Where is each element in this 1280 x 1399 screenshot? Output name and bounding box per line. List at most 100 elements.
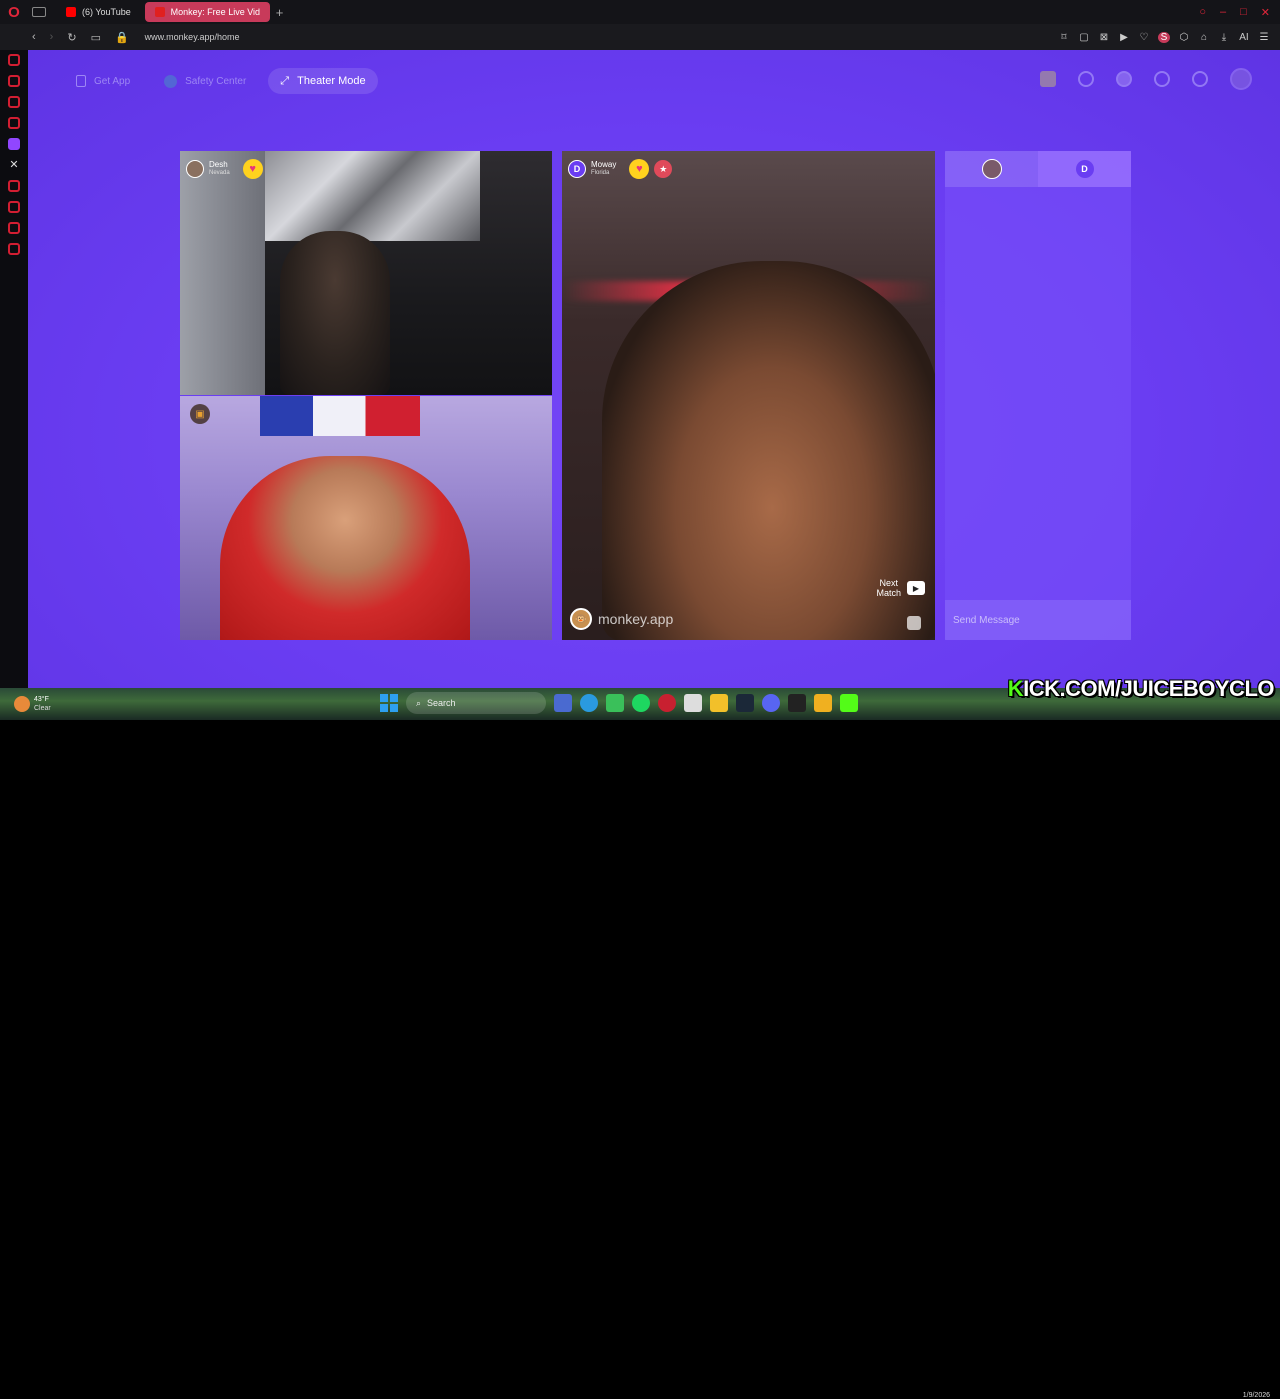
minimize-icon[interactable]: – bbox=[1220, 6, 1226, 19]
snapshot-icon[interactable]: ▭ bbox=[91, 31, 101, 44]
explorer-icon[interactable] bbox=[710, 694, 728, 712]
tab-label: Monkey: Free Live Vid bbox=[170, 7, 260, 17]
kick-text: ICK.COM/JUICEBOYCLO bbox=[1023, 676, 1274, 701]
video-tile-main: D Moway Florida ♥ ★ Next Match ▶ 🐵 monke… bbox=[562, 151, 935, 640]
profile-avatar[interactable] bbox=[1230, 68, 1252, 90]
user-name: Moway bbox=[591, 160, 617, 169]
video-tile-top-left: Desh Nevada ♥ bbox=[180, 151, 552, 395]
terminal-icon[interactable] bbox=[788, 694, 806, 712]
play-icon: ▶ bbox=[907, 581, 925, 595]
monkey-page: Get App Safety Center ⤢ Theater Mode Des… bbox=[28, 50, 1280, 688]
reload-icon[interactable]: ↻ bbox=[67, 31, 76, 44]
screenshot-icon[interactable]: ▢ bbox=[1078, 32, 1090, 43]
store-icon[interactable] bbox=[684, 694, 702, 712]
video-background-foil bbox=[265, 151, 480, 241]
discord-icon[interactable] bbox=[762, 694, 780, 712]
monkey-watermark: 🐵 monkey.app bbox=[570, 608, 673, 630]
forward-icon[interactable]: › bbox=[50, 31, 54, 43]
bag-sidebar-icon[interactable] bbox=[8, 75, 20, 87]
weather-icon bbox=[14, 696, 30, 712]
back-icon[interactable]: ‹ bbox=[32, 31, 36, 43]
player-icon[interactable]: ▶ bbox=[1118, 32, 1130, 43]
vpn-icon[interactable]: ⊠ bbox=[1098, 32, 1110, 43]
download-icon[interactable]: ⤓ bbox=[1218, 32, 1230, 43]
chat-tab-partner[interactable]: D bbox=[1038, 151, 1131, 187]
video-person bbox=[280, 231, 390, 395]
heart-icon[interactable]: ♥ bbox=[629, 159, 650, 179]
new-tab-icon[interactable]: + bbox=[276, 5, 284, 20]
chrome-icon[interactable] bbox=[606, 694, 624, 712]
user-chip[interactable]: Desh Nevada ♥ bbox=[186, 159, 263, 179]
chat-tab-group[interactable] bbox=[945, 151, 1038, 187]
user-chip[interactable]: D Moway Florida ♥ ★ bbox=[568, 159, 673, 179]
search-tabs-icon[interactable]: ○ bbox=[1199, 6, 1206, 19]
close-icon[interactable]: ✕ bbox=[1261, 6, 1270, 19]
get-app-label: Get App bbox=[94, 75, 131, 87]
aria-sidebar-icon[interactable] bbox=[8, 54, 20, 66]
friends-icon[interactable] bbox=[1116, 71, 1132, 87]
report-icon[interactable] bbox=[907, 616, 921, 630]
camera-badge-icon[interactable]: ▣ bbox=[190, 404, 210, 424]
kick-icon[interactable] bbox=[840, 694, 858, 712]
weather-condition: Clear bbox=[34, 705, 51, 712]
globe-icon bbox=[164, 74, 178, 88]
safety-center-label: Safety Center bbox=[185, 75, 247, 87]
maximize-icon[interactable]: □ bbox=[1240, 6, 1247, 19]
player-sidebar-icon[interactable] bbox=[8, 180, 20, 192]
browser-tab-bar: O (6) YouTube Monkey: Free Live Vid + ○ … bbox=[0, 0, 1280, 24]
aria-ai-icon[interactable]: AI bbox=[1238, 32, 1250, 43]
shop-icon[interactable] bbox=[1040, 71, 1056, 87]
top-right-actions bbox=[1040, 68, 1252, 90]
tab-monkey[interactable]: Monkey: Free Live Vid bbox=[144, 2, 270, 22]
mail-sidebar-icon[interactable] bbox=[8, 117, 20, 129]
video-background bbox=[180, 151, 265, 395]
gift-badge-icon[interactable]: ★ bbox=[654, 160, 673, 178]
send-message-input[interactable]: Send Message bbox=[945, 600, 1131, 640]
taskbar-date[interactable]: 1/9/2026 bbox=[1243, 1392, 1270, 1399]
next-match-button[interactable]: Next Match ▶ bbox=[876, 578, 925, 598]
video-background-flag bbox=[260, 396, 420, 436]
opera-taskbar-icon[interactable] bbox=[658, 694, 676, 712]
weather-widget[interactable]: 43°F Clear bbox=[0, 695, 51, 713]
safety-center-button[interactable]: Safety Center bbox=[152, 68, 258, 94]
messenger-sidebar-icon[interactable] bbox=[8, 96, 20, 108]
settings-sidebar-icon[interactable] bbox=[8, 243, 20, 255]
task-view-icon[interactable] bbox=[554, 694, 572, 712]
monkey-logo-icon: 🐵 bbox=[570, 608, 592, 630]
extensions-icon[interactable]: ⬡ bbox=[1178, 32, 1190, 43]
user-name: Desh bbox=[209, 160, 228, 169]
history-sidebar-icon[interactable] bbox=[8, 201, 20, 213]
x-sidebar-icon[interactable]: ✕ bbox=[8, 159, 20, 171]
history-icon[interactable] bbox=[1154, 71, 1170, 87]
windows-start-icon[interactable] bbox=[380, 694, 398, 712]
taskbar-search-label: Search bbox=[427, 698, 456, 708]
taskbar-apps: ⌕ Search bbox=[380, 692, 858, 714]
steam-icon[interactable] bbox=[736, 694, 754, 712]
theater-mode-label: Theater Mode bbox=[297, 75, 366, 87]
bookmark-icon[interactable]: ⌑ bbox=[1058, 32, 1070, 43]
rockstar-icon[interactable] bbox=[814, 694, 832, 712]
url-field[interactable]: www.monkey.app/home bbox=[145, 32, 240, 42]
tab-youtube[interactable]: (6) YouTube bbox=[56, 2, 141, 22]
chat-icon[interactable] bbox=[1192, 71, 1208, 87]
wallet-icon[interactable]: ⌂ bbox=[1198, 32, 1210, 43]
heart-icon[interactable]: ♡ bbox=[1138, 32, 1150, 43]
heart-icon[interactable]: ♥ bbox=[242, 159, 263, 179]
tab-overview-icon[interactable] bbox=[32, 7, 46, 17]
lock-icon: 🔒 bbox=[114, 31, 129, 44]
get-app-button[interactable]: Get App bbox=[64, 68, 142, 94]
monkey-tab-icon bbox=[154, 7, 165, 17]
next-match-line2: Match bbox=[876, 588, 901, 598]
theater-mode-button[interactable]: ⤢ Theater Mode bbox=[268, 68, 378, 94]
account-icon[interactable]: S bbox=[1158, 31, 1170, 43]
spotify-icon[interactable] bbox=[632, 694, 650, 712]
menu-icon[interactable]: ☰ bbox=[1258, 32, 1270, 43]
search-icon[interactable] bbox=[1078, 71, 1094, 87]
twitch-sidebar-icon[interactable] bbox=[8, 138, 20, 150]
edge-icon[interactable] bbox=[580, 694, 598, 712]
tab-label: (6) YouTube bbox=[82, 7, 131, 17]
taskbar-search[interactable]: ⌕ Search bbox=[406, 692, 546, 714]
pinboard-sidebar-icon[interactable] bbox=[8, 222, 20, 234]
opera-logo-icon[interactable]: O bbox=[0, 0, 28, 24]
video-tile-self: ▣ bbox=[180, 396, 552, 640]
